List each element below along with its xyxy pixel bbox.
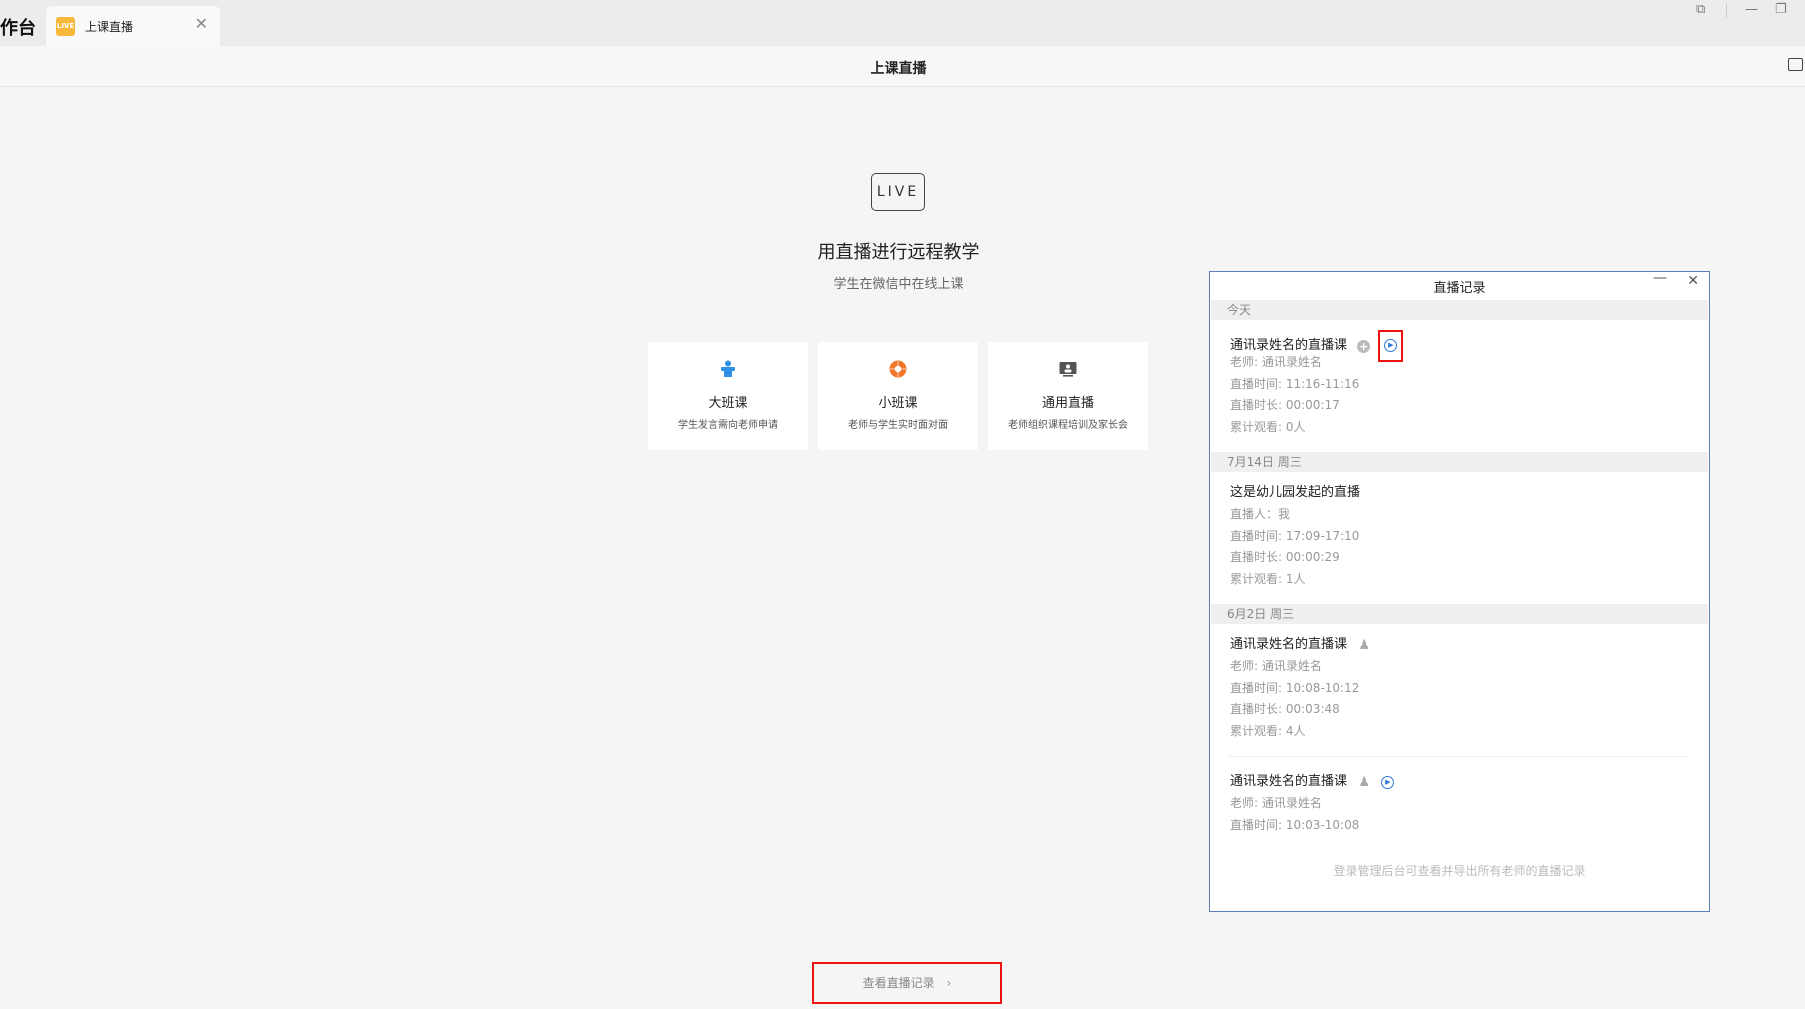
record-title: 通讯录姓名的直播课	[1230, 637, 1348, 652]
record-duration: 直播时长: 00:00:29	[1230, 550, 1340, 564]
restore-window-icon[interactable]: ❐	[1775, 2, 1787, 17]
card-desc: 学生发言需向老师申请	[678, 420, 778, 431]
record-title-row: 通讯录姓名的直播课 ♟	[1230, 634, 1708, 656]
person-icon: ♟	[1358, 774, 1370, 790]
record-title-row: 通讯录姓名的直播课 + ▶	[1230, 330, 1708, 362]
view-records-label: 查看直播记录	[862, 976, 935, 990]
pin-window-icon[interactable]: ⧉	[1696, 2, 1705, 17]
record-title: 这是幼儿园发起的直播	[1230, 485, 1361, 500]
record-host: 直播人：我	[1230, 507, 1291, 521]
list-item[interactable]: 通讯录姓名的直播课 ♟ 老师: 通讯录姓名 直播时间: 10:08-10:12 …	[1211, 624, 1708, 742]
small-class-icon	[889, 360, 907, 378]
minimize-icon[interactable]: —	[1653, 270, 1667, 286]
record-title-row: 通讯录姓名的直播课 ♟ ▶	[1230, 771, 1708, 793]
record-time: 直播时间: 10:03-10:08	[1230, 817, 1360, 832]
record-title: 通讯录姓名的直播课	[1230, 338, 1348, 353]
record-views: 累计观看: 1人	[1230, 571, 1306, 586]
card-name: 大班课	[708, 396, 748, 411]
live-badge-icon: LIVE	[871, 173, 925, 211]
date-header: 6月2日 周三	[1211, 604, 1708, 624]
record-teacher: 老师: 通讯录姓名	[1230, 355, 1322, 369]
list-item[interactable]: 这是幼儿园发起的直播 直播人：我 直播时间: 17:09-17:10 直播时长:…	[1211, 472, 1708, 604]
view-records-button[interactable]: 查看直播记录 ›	[812, 962, 1002, 1004]
add-icon[interactable]: +	[1357, 339, 1371, 353]
tab-live-class[interactable]: LIVE 上课直播 ✕	[46, 6, 220, 46]
record-time: 直播时间: 10:08-10:12	[1230, 680, 1360, 695]
date-header: 今天	[1211, 300, 1708, 320]
minimize-window-icon[interactable]: —	[1745, 2, 1758, 17]
general-live-icon	[1059, 362, 1077, 377]
date-header: 7月14日 周三	[1211, 452, 1708, 472]
popup-title: 直播记录	[1433, 281, 1486, 296]
card-desc: 老师组织课程培训及家长会	[1008, 420, 1128, 431]
card-desc: 老师与学生实时面对面	[848, 420, 948, 431]
person-icon: ♟	[1358, 637, 1370, 653]
big-class-icon	[721, 360, 735, 377]
record-teacher: 老师: 通讯录姓名	[1230, 796, 1322, 810]
record-teacher: 老师: 通讯录姓名	[1230, 659, 1322, 673]
tab-bar: 作台 LIVE 上课直播 ✕ ⧉ — ❐	[0, 0, 1805, 46]
record-time: 直播时间: 17:09-17:10	[1230, 528, 1360, 543]
live-logo-icon: LIVE	[56, 17, 75, 36]
close-icon[interactable]: ✕	[1687, 273, 1699, 289]
list-item[interactable]: 通讯录姓名的直播课 + ▶ 老师: 通讯录姓名 直播时间: 11:16-11:1…	[1211, 320, 1708, 452]
record-views: 累计观看: 0人	[1230, 419, 1306, 434]
app-title: 作台	[0, 18, 36, 39]
tab-close-icon[interactable]: ✕	[195, 14, 208, 33]
play-icon[interactable]: ▶	[1381, 775, 1395, 789]
record-time: 直播时间: 11:16-11:16	[1230, 376, 1360, 391]
chevron-right-icon: ›	[946, 976, 952, 990]
card-big-class[interactable]: 大班课 学生发言需向老师申请	[648, 342, 808, 450]
card-small-class[interactable]: 小班课 老师与学生实时面对面	[818, 342, 978, 450]
tab-label: 上课直播	[85, 20, 134, 34]
record-duration: 直播时长: 00:00:17	[1230, 398, 1340, 412]
hero-title: 用直播进行远程教学	[817, 242, 980, 263]
record-duration: 直播时长: 00:03:48	[1230, 702, 1340, 716]
list-item[interactable]: 通讯录姓名的直播课 ♟ ▶ 老师: 通讯录姓名 直播时间: 10:03-10:0…	[1211, 757, 1708, 836]
window-controls-divider	[1726, 4, 1727, 18]
playback-button[interactable]: ▶	[1378, 330, 1404, 362]
play-icon: ▶	[1384, 339, 1398, 352]
page-header: 上课直播	[0, 46, 1805, 87]
card-name: 小班课	[878, 396, 918, 411]
page-title: 上课直播	[870, 61, 927, 77]
records-list[interactable]: 今天 通讯录姓名的直播课 + ▶ 老师: 通讯录姓名 直播时间: 11:16-1…	[1211, 300, 1708, 838]
open-window-icon[interactable]	[1788, 58, 1803, 71]
popup-footer-note: 登录管理后台可查看并导出所有老师的直播记录	[1333, 864, 1586, 878]
record-title: 通讯录姓名的直播课	[1230, 774, 1348, 789]
live-records-popup: 直播记录 — ✕ 今天 通讯录姓名的直播课 + ▶ 老师: 通讯录姓名 直播时间…	[1209, 270, 1710, 912]
record-views: 累计观看: 4人	[1230, 723, 1306, 738]
card-general-live[interactable]: 通用直播 老师组织课程培训及家长会	[988, 342, 1148, 450]
record-title-row: 这是幼儿园发起的直播	[1230, 482, 1708, 504]
card-name: 通用直播	[1041, 396, 1094, 411]
